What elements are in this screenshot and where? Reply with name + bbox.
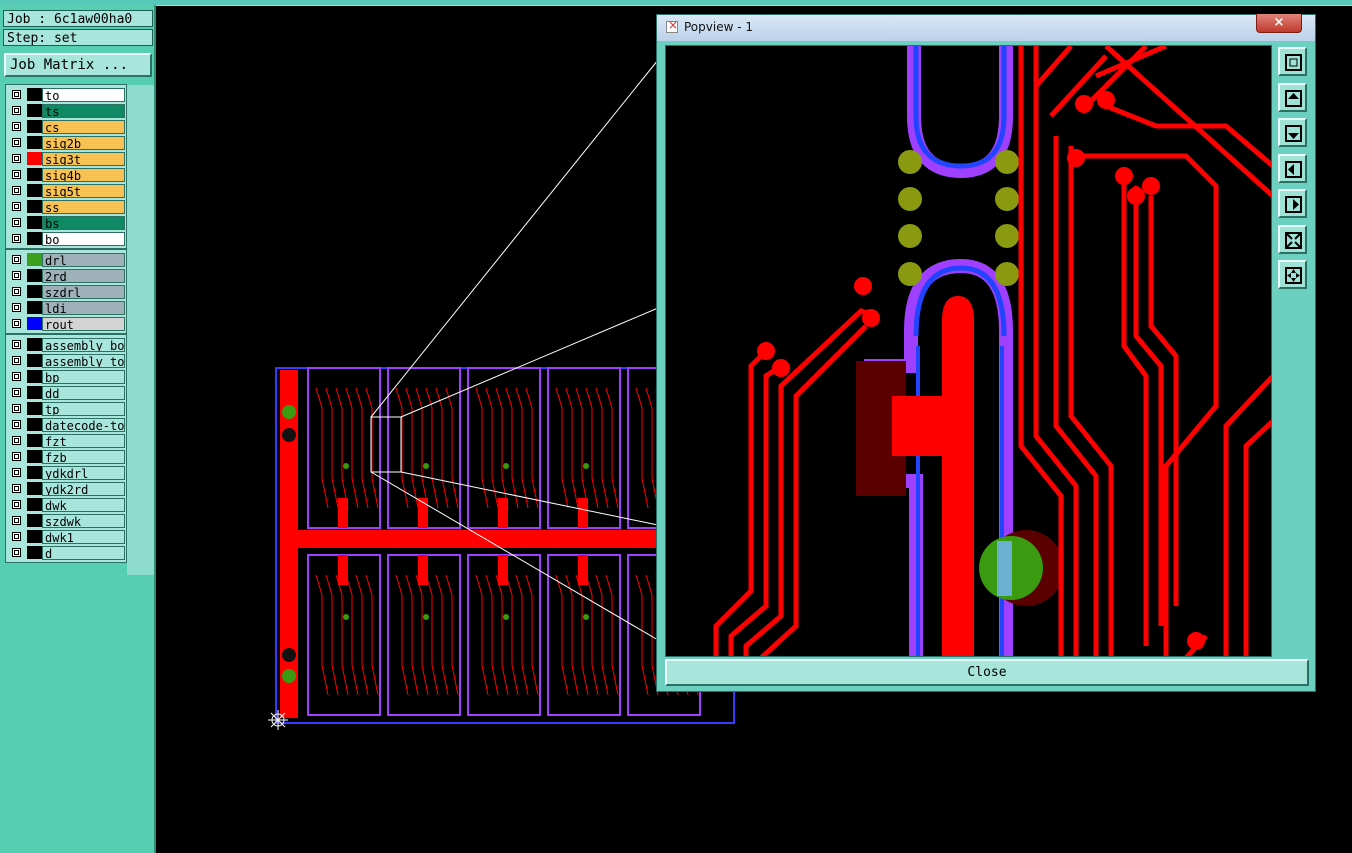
pan-left-icon[interactable] [1278,153,1307,183]
pan-up-icon[interactable] [1278,82,1307,112]
origin-crosshair-icon [268,710,288,730]
zoom-in-icon[interactable] [1278,260,1307,289]
app-icon [666,18,678,33]
popview-titlebar[interactable]: Popview - 1 × [657,14,1315,41]
pan-right-icon[interactable] [1278,189,1307,218]
view-toolbar [1275,45,1311,657]
popview-window[interactable]: Popview - 1 × [656,14,1316,692]
popview-title: Popview - 1 [684,20,753,34]
popview-close-button[interactable]: Close [665,659,1309,686]
zoom-fit-icon[interactable] [1278,47,1307,76]
pan-down-icon[interactable] [1278,118,1307,147]
window-close-button[interactable]: × [1256,14,1302,33]
zoom-out-icon[interactable] [1278,224,1307,254]
popview-canvas[interactable] [665,45,1272,657]
